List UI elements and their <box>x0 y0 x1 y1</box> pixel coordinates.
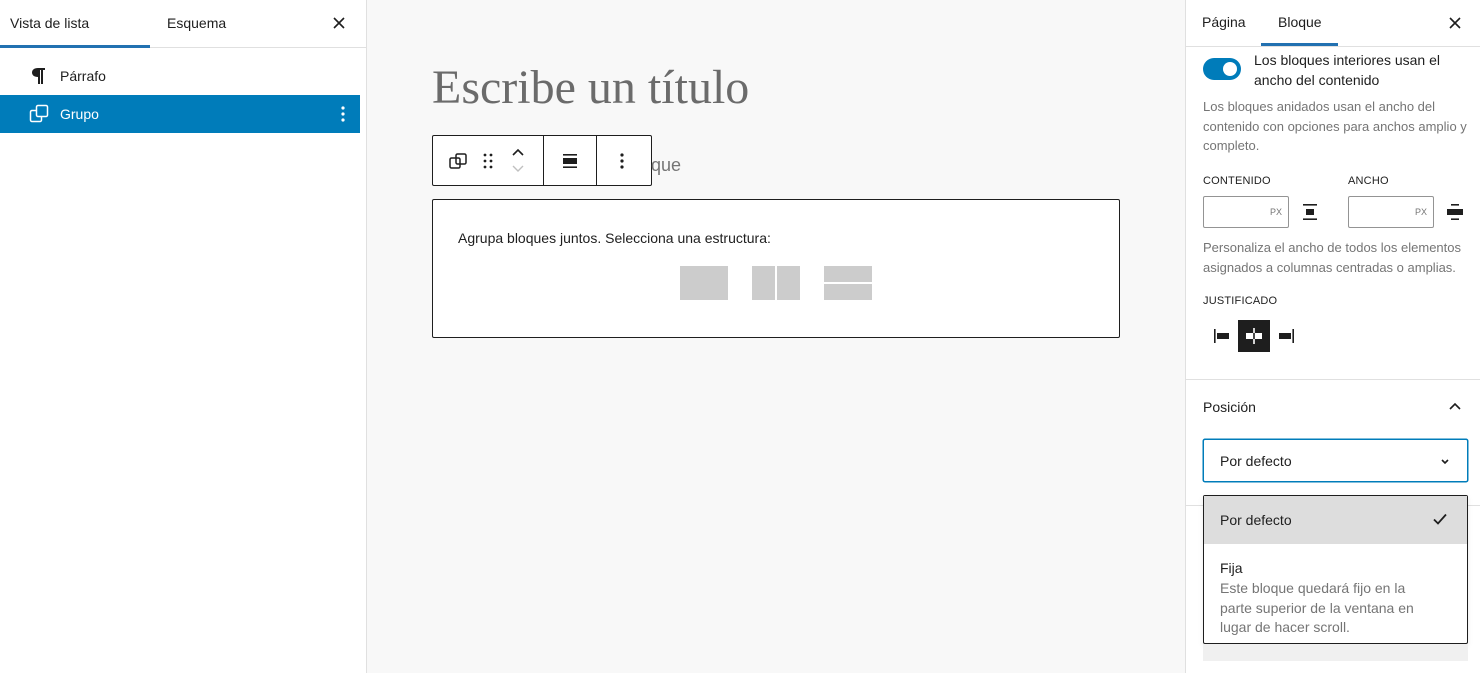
tab-list-view[interactable]: Vista de lista <box>10 0 89 48</box>
list-view-panel: Vista de lista Esquema Párrafo Grupo <box>0 0 367 673</box>
wide-width-label: ANCHO <box>1348 175 1389 187</box>
justify-right-button[interactable] <box>1270 320 1302 352</box>
justify-left-icon <box>1214 329 1229 343</box>
inner-blocks-content-width-toggle[interactable] <box>1203 58 1241 80</box>
section-divider <box>1186 379 1480 380</box>
tab-outline[interactable]: Esquema <box>167 0 226 48</box>
drag-handle[interactable] <box>473 136 503 185</box>
paragraph-icon <box>28 65 50 87</box>
block-options-button[interactable] <box>607 136 637 185</box>
stack-variation-button[interactable] <box>824 266 872 300</box>
panel-footer-strip <box>1203 644 1468 661</box>
close-icon <box>333 17 345 29</box>
options-icon[interactable] <box>336 104 350 124</box>
position-select[interactable]: Por defecto <box>1203 439 1468 482</box>
content-width-icon <box>1299 201 1321 223</box>
content-width-label: CONTENIDO <box>1203 175 1271 187</box>
align-button[interactable] <box>555 136 585 185</box>
move-up-down-icon <box>512 148 524 172</box>
drag-handle-icon <box>483 153 493 168</box>
close-list-view-button[interactable] <box>328 12 350 34</box>
position-panel-title[interactable]: Posición <box>1203 399 1256 415</box>
list-view-tabs: Vista de lista Esquema <box>0 0 366 48</box>
justification-label: JUSTIFICADO <box>1203 295 1278 307</box>
wide-width-input[interactable]: PX <box>1348 196 1434 228</box>
post-title-input[interactable]: Escribe un título <box>432 60 749 115</box>
stack-variation-icon <box>824 266 872 300</box>
tab-indicator <box>1261 43 1338 46</box>
list-item-group[interactable]: Grupo <box>0 95 360 133</box>
toggle-help-text: Los bloques anidados usan el ancho del c… <box>1203 99 1467 153</box>
chevron-up-icon <box>1449 402 1461 410</box>
unit-label: PX <box>1269 207 1282 217</box>
group-instructions: Agrupa bloques juntos. Selecciona una es… <box>458 230 771 246</box>
content-width-input[interactable]: PX <box>1203 196 1289 228</box>
align-none-icon <box>563 153 577 168</box>
wide-width-icon <box>1444 201 1466 223</box>
position-dropdown-menu: Por defecto Fija Este bloque quedará fij… <box>1203 495 1468 644</box>
justify-center-icon <box>1246 328 1262 344</box>
more-vertical-icon <box>620 152 624 169</box>
justify-center-button[interactable] <box>1238 320 1270 352</box>
justify-left-button[interactable] <box>1206 320 1238 352</box>
position-option-default[interactable]: Por defecto <box>1204 496 1467 544</box>
width-help-text: Personaliza el ancho de todos los elemen… <box>1203 240 1461 275</box>
group-variation-icon <box>680 266 728 300</box>
option-description: Este bloque quedará fijo en la parte sup… <box>1220 580 1414 635</box>
group-block-placeholder[interactable]: Agrupa bloques juntos. Selecciona una es… <box>432 199 1120 338</box>
position-select-value: Por defecto <box>1220 453 1292 469</box>
tab-block[interactable]: Bloque <box>1278 0 1322 46</box>
group-icon <box>28 103 50 125</box>
paragraph-placeholder-fragment: que <box>651 155 682 175</box>
settings-tabs: Página Bloque <box>1186 0 1480 47</box>
toggle-label: Los bloques interiores usan el ancho del… <box>1254 52 1441 88</box>
group-variation-button[interactable] <box>680 266 728 300</box>
list-item-label: Párrafo <box>60 68 106 84</box>
chevron-down-icon <box>1437 453 1453 469</box>
close-settings-button[interactable] <box>1444 12 1466 34</box>
justify-right-icon <box>1279 329 1294 343</box>
collapse-position-button[interactable] <box>1444 396 1466 418</box>
option-label: Por defecto <box>1220 512 1292 528</box>
check-icon <box>1431 510 1449 528</box>
toolbar-group-block <box>433 136 544 185</box>
row-variation-icon <box>752 266 800 300</box>
close-icon <box>1449 17 1461 29</box>
editor-canvas: Escribe un título que Agrupa bloques jun… <box>367 0 1185 673</box>
toolbar-group-options <box>597 136 647 185</box>
row-variation-button[interactable] <box>752 266 800 300</box>
toolbar-group-align <box>544 136 597 185</box>
option-label: Fija <box>1220 560 1243 576</box>
tab-indicator <box>0 45 150 48</box>
list-item-paragraph[interactable]: Párrafo <box>0 57 360 95</box>
block-type-button[interactable] <box>443 136 473 185</box>
group-icon <box>449 152 467 169</box>
unit-label: PX <box>1414 207 1427 217</box>
tab-page[interactable]: Página <box>1202 0 1246 46</box>
settings-sidebar: Página Bloque Los bloques interiores usa… <box>1185 0 1480 673</box>
list-item-label: Grupo <box>60 106 99 122</box>
block-toolbar <box>432 135 652 186</box>
move-buttons[interactable] <box>503 136 533 185</box>
